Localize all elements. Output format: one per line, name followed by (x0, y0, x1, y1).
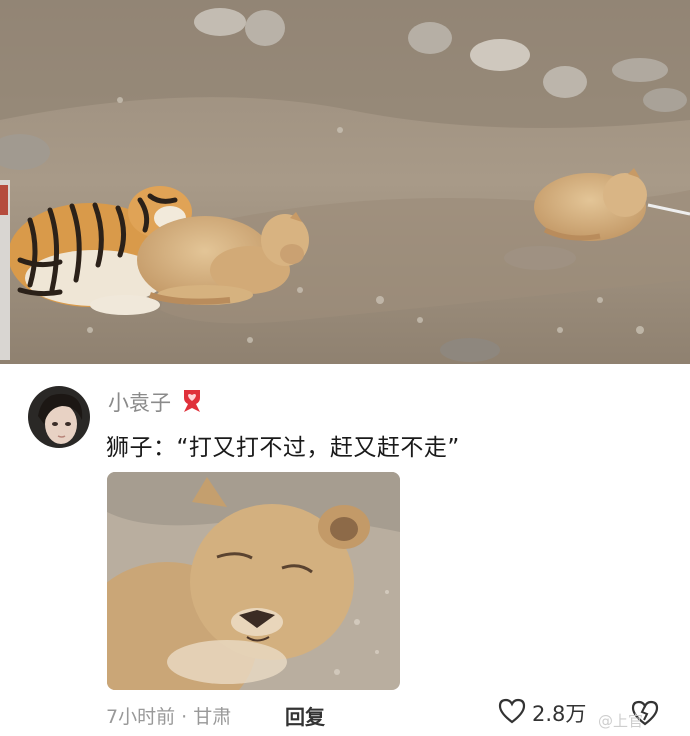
post-photo[interactable] (0, 0, 690, 364)
avatar[interactable] (28, 386, 90, 448)
reply-button[interactable]: 回复 (285, 701, 325, 730)
watermark: @上官 (598, 712, 644, 730)
user-avatar-image (28, 386, 90, 448)
comment-location: 甘肃 (193, 706, 232, 728)
red-heart-badge-icon (180, 388, 204, 416)
like-count: 2.8万 (532, 702, 587, 726)
comment-time: 7小时前 (106, 706, 176, 728)
lioness-closeup-image (107, 472, 400, 690)
comment-item: 小袁子 狮子：“打又打不过，赶又赶不走” 7小时前 · 甘肃 回复 2.8万 @… (0, 364, 690, 736)
tiger-lions-image (0, 0, 690, 364)
like-button[interactable]: 2.8万 (498, 698, 586, 728)
comment-text: 狮子：“打又打不过，赶又赶不走” (106, 435, 460, 461)
heart-outline-icon (498, 698, 526, 728)
meta-separator: · (181, 706, 188, 728)
comment-image[interactable] (107, 472, 400, 690)
comment-meta: 7小时前 · 甘肃 (106, 702, 231, 729)
username[interactable]: 小袁子 (108, 387, 171, 417)
